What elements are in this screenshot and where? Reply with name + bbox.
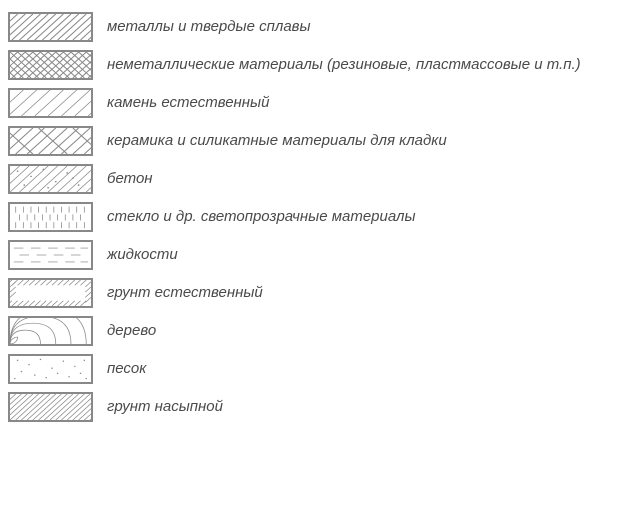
- legend-row-soil-natural: грунт естественный: [8, 278, 616, 308]
- legend-row-liquids: жидкости: [8, 240, 616, 270]
- legend-row-sand: песок: [8, 354, 616, 384]
- swatch-nonmetallic: [8, 50, 93, 80]
- legend-row-wood: дерево: [8, 316, 616, 346]
- swatch-sand: [8, 354, 93, 384]
- legend-label: неметаллические материалы (резиновые, пл…: [107, 57, 581, 74]
- legend-label: стекло и др. светопрозрачные материалы: [107, 209, 416, 226]
- legend-row-glass: стекло и др. светопрозрачные материалы: [8, 202, 616, 232]
- legend-label: грунт насыпной: [107, 399, 223, 416]
- legend-row-ceramics: керамика и силикатные материалы для клад…: [8, 126, 616, 156]
- swatch-stone: [8, 88, 93, 118]
- swatch-soil-natural: [8, 278, 93, 308]
- legend-row-metals: металлы и твердые сплавы: [8, 12, 616, 42]
- swatch-ceramics: [8, 126, 93, 156]
- legend-row-soil-fill: грунт насыпной: [8, 392, 616, 422]
- legend-label: керамика и силикатные материалы для клад…: [107, 133, 447, 150]
- legend-label: камень естественный: [107, 95, 269, 112]
- swatch-glass: [8, 202, 93, 232]
- legend-row-concrete: бетон: [8, 164, 616, 194]
- legend-label: металлы и твердые сплавы: [107, 19, 311, 36]
- legend-label: жидкости: [107, 247, 178, 264]
- legend-row-stone: камень естественный: [8, 88, 616, 118]
- legend-label: грунт естественный: [107, 285, 263, 302]
- swatch-liquids: [8, 240, 93, 270]
- legend-label: песок: [107, 361, 146, 378]
- legend-label: бетон: [107, 171, 153, 188]
- swatch-wood: [8, 316, 93, 346]
- swatch-concrete: [8, 164, 93, 194]
- legend-row-nonmetallic: неметаллические материалы (резиновые, пл…: [8, 50, 616, 80]
- legend-label: дерево: [107, 323, 156, 340]
- swatch-soil-fill: [8, 392, 93, 422]
- swatch-metals: [8, 12, 93, 42]
